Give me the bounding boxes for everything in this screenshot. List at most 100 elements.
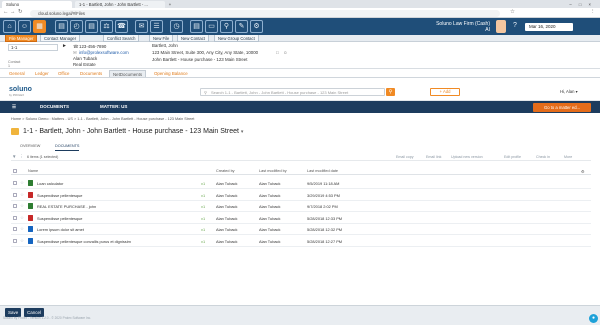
document-name[interactable]: REAL ESTATE PURCHASE - john [37,204,96,209]
filter-icon[interactable]: ▼ [12,154,16,159]
row-checkbox[interactable] [13,192,17,197]
edit-profile-action[interactable]: Edit profile [504,155,521,159]
document-icon[interactable]: ▤ [190,20,203,33]
search-button[interactable]: ⚲ [386,88,395,96]
copy-icon[interactable]: □ [276,50,279,55]
check-in-action[interactable]: Check in [536,155,550,159]
file-number-field[interactable]: 1-1 [8,44,58,51]
email-link[interactable]: info@prolexsoftware.com [79,50,129,55]
row-checkbox[interactable] [13,227,17,231]
version-badge[interactable]: v1 [201,193,205,198]
url-field[interactable]: cloud.soluno.legal/#/Files [30,9,500,17]
mail-icon[interactable]: ✉ [135,20,148,33]
balance-icon[interactable]: ⚖ [100,20,113,33]
person-icon[interactable]: ☺ [283,50,287,55]
tab-office[interactable]: Office [55,70,72,77]
notes-icon[interactable]: ✎ [235,20,248,33]
row-checkbox[interactable] [13,215,17,220]
tab-conflict-search[interactable]: Conflict Search [103,35,140,42]
avatar[interactable] [496,20,506,33]
tab-new-group-contact[interactable]: New Group Contact [214,35,259,42]
column-modified-by[interactable]: Last modified by [259,169,287,173]
column-created-by[interactable]: Created by [216,169,235,173]
column-name[interactable]: Name [28,169,38,173]
menu-icon[interactable]: ☰ [12,104,16,110]
table-row[interactable]: ☆ Loan calculator v1 Alan Tuback Alan Tuback… [11,178,591,189]
column-modified-date[interactable]: Last modified date [307,169,338,173]
tab-file-manager[interactable]: File Manager [5,35,38,42]
new-tab-button[interactable]: + [166,1,174,8]
star-icon[interactable]: ☆ [20,238,24,244]
date-field[interactable]: Mar 16, 2020 [525,23,573,31]
phone-icon[interactable]: ☎ [115,20,128,33]
back-icon[interactable]: ← [3,9,9,15]
table-row[interactable]: ☆ Suspendisse pellentesque convallis puru… [11,236,591,247]
table-row[interactable]: ☆ Lorem ipsum dolor sit amet v1 Alan Tuback… [11,224,591,235]
go-to-matter-button[interactable]: Go to a matter ed... [533,102,591,112]
version-badge[interactable]: v1 [201,239,205,244]
star-icon[interactable]: ☆ [20,215,24,221]
timer-icon[interactable]: ◴ [70,20,83,33]
select-all-checkbox[interactable] [13,169,17,173]
email-link-action[interactable]: Email link [426,155,441,159]
email-copy-action[interactable]: Email copy [396,155,414,159]
chart-icon[interactable]: ▤ [85,20,98,33]
more-action[interactable]: More [564,155,572,159]
version-badge[interactable]: v1 [201,181,205,186]
soluno-logo[interactable]: soluno by PROLEX [9,86,32,97]
window-controls[interactable]: – □ × [560,1,598,8]
list-icon[interactable]: ☰ [150,20,163,33]
tab-general[interactable]: General [6,70,28,77]
star-icon[interactable]: ☆ [20,192,24,198]
chevron-down-icon[interactable]: ▾ [241,129,244,135]
tab-opening-balance[interactable]: Opening Balance [151,70,191,77]
folder-icon[interactable]: ▭ [205,20,218,33]
bookmark-star-icon[interactable]: ☆ [510,9,515,15]
document-name[interactable]: Loan calculator [37,181,63,186]
browser-menu-icon[interactable]: ⋮ [590,9,596,15]
tab-new-file[interactable]: New File [149,35,174,42]
upload-version-action[interactable]: Upload new version [451,155,483,159]
file-icon[interactable]: ▤ [55,20,68,33]
row-checkbox[interactable] [13,204,17,208]
chat-icon[interactable]: ● [589,314,598,323]
version-badge[interactable]: v1 [201,204,205,209]
nav-documents[interactable]: DOCUMENTS [40,104,69,110]
tab-overview[interactable]: OVERVIEW [20,144,40,150]
column-settings-icon[interactable]: ⚙ [581,169,584,174]
settings-icon[interactable]: ⚙ [250,20,263,33]
star-icon[interactable]: ☆ [20,203,24,209]
table-row[interactable]: ☆ REAL ESTATE PURCHASE - john v1 Alan Tubac… [11,201,591,212]
document-name[interactable]: Suspendisse pellentesque [37,216,82,221]
user-menu[interactable]: Hi, Alan ▾ [560,89,578,94]
version-badge[interactable]: v1 [201,216,205,221]
search-input[interactable]: ⚲ Search 1-1 - Bartlett, John - John Bart… [200,88,385,96]
list-view-icon[interactable]: ⋮ [19,154,24,160]
browser-tab-soluno[interactable]: Soluno [2,1,72,8]
play-icon[interactable]: ► [62,44,67,49]
add-button[interactable]: + Add [430,88,460,96]
help-icon[interactable]: ? [510,20,520,33]
tab-documents[interactable]: Documents [77,70,105,77]
version-badge[interactable]: v1 [201,227,205,232]
table-row[interactable]: ☆ Suspendisse pellentesque v1 Alan Tuback Al… [11,190,591,201]
tab-netdocuments[interactable]: NetDocuments [109,70,147,77]
tab-contact-manager[interactable]: Contact Manager [40,35,81,42]
search-doc-icon[interactable]: ⚲ [220,20,233,33]
browser-tab-matter[interactable]: 1-1 - Bartlett, John - John Bartlett - .… [75,1,165,8]
calendar-icon[interactable]: ▦ [33,20,46,33]
breadcrumb[interactable]: Home > Soluno Demo : Matters - US > 1-1 … [11,117,194,121]
forward-icon[interactable]: → [10,9,16,15]
tab-documents-list[interactable]: DOCUMENTS [55,144,80,151]
home-icon[interactable]: ⌂ [3,20,16,33]
document-name[interactable]: Lorem ipsum dolor sit amet [37,227,84,232]
nav-matter[interactable]: MATTER: US [100,104,127,110]
users-icon[interactable]: ☺ [18,20,31,33]
reload-icon[interactable]: ↻ [18,9,23,15]
tab-ledger[interactable]: Ledger [32,70,52,77]
row-checkbox[interactable] [13,181,17,185]
table-row[interactable]: ☆ Suspendisse pellentesque v1 Alan Tuback Al… [11,213,591,224]
document-name[interactable]: Suspendisse pellentesque [37,193,82,198]
row-checkbox[interactable] [13,238,17,243]
tab-new-contact[interactable]: New Contact [177,35,209,42]
